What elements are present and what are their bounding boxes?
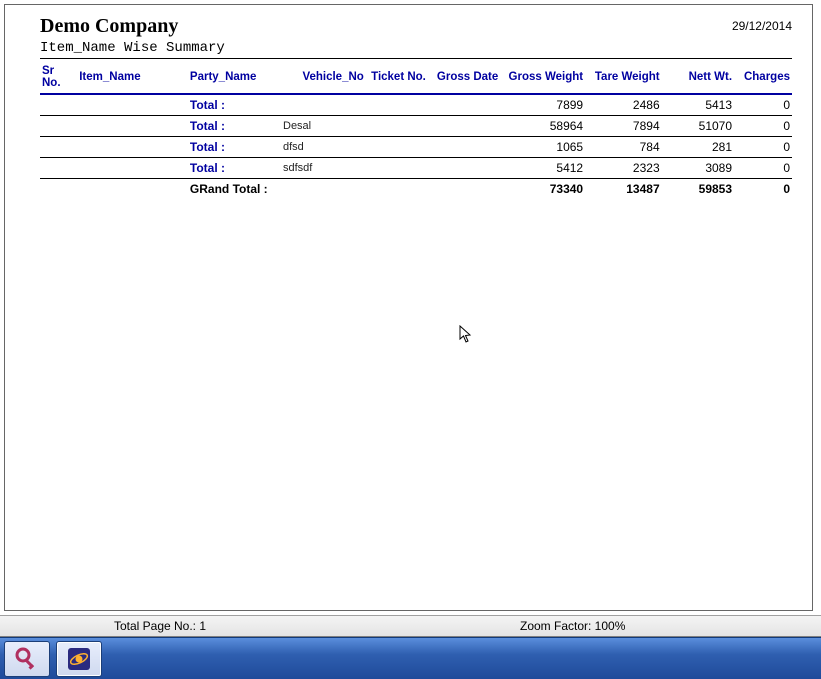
nw-cell: 51070 xyxy=(662,116,734,137)
status-zoom: Zoom Factor: 100% xyxy=(520,619,720,633)
tw-cell: 7894 xyxy=(585,116,662,137)
summary-table: Sr No. Item_Name Party_Name Vehicle_No T… xyxy=(40,59,792,199)
table-row: Total : 7899 2486 5413 0 xyxy=(40,94,792,116)
tw-cell: 784 xyxy=(585,137,662,158)
chg-cell: 0 xyxy=(734,116,792,137)
tw-cell: 2323 xyxy=(585,158,662,179)
report-viewport: Demo Company 29/12/2014 Item_Name Wise S… xyxy=(0,0,821,615)
grand-nw: 59853 xyxy=(662,179,734,200)
col-party: Party_Name xyxy=(188,59,281,94)
table-header-row: Sr No. Item_Name Party_Name Vehicle_No T… xyxy=(40,59,792,94)
key-icon xyxy=(13,645,41,673)
gw-cell: 7899 xyxy=(500,94,585,116)
nw-cell: 281 xyxy=(662,137,734,158)
grand-total-label: GRand Total : xyxy=(188,179,281,200)
chg-cell: 0 xyxy=(734,94,792,116)
chg-cell: 0 xyxy=(734,158,792,179)
gw-cell: 1065 xyxy=(500,137,585,158)
total-label: Total : xyxy=(188,137,281,158)
nw-cell: 3089 xyxy=(662,158,734,179)
status-pages: Total Page No.: 1 xyxy=(60,619,260,633)
total-label: Total : xyxy=(188,116,281,137)
company-name: Demo Company xyxy=(40,15,178,38)
grand-chg: 0 xyxy=(734,179,792,200)
col-vehicle: Vehicle_No xyxy=(281,59,366,94)
report-subtitle: Item_Name Wise Summary xyxy=(40,40,792,59)
taskbar-app-browser[interactable] xyxy=(56,641,102,677)
gw-cell: 5412 xyxy=(500,158,585,179)
chg-cell: 0 xyxy=(734,137,792,158)
taskbar-app-access[interactable] xyxy=(4,641,50,677)
orbit-icon xyxy=(65,645,93,673)
col-grossdate: Gross Date xyxy=(428,59,500,94)
table-row: Total : dfsd 1065 784 281 0 xyxy=(40,137,792,158)
vehicle-cell: sdfsdf xyxy=(281,158,366,179)
taskbar xyxy=(0,637,821,679)
table-row: Total : Desal 58964 7894 51070 0 xyxy=(40,116,792,137)
col-srno: Sr No. xyxy=(40,59,77,94)
col-ticket: Ticket No. xyxy=(366,59,428,94)
gw-cell: 58964 xyxy=(500,116,585,137)
nw-cell: 5413 xyxy=(662,94,734,116)
col-item: Item_Name xyxy=(77,59,188,94)
report-date: 29/12/2014 xyxy=(732,19,792,33)
vehicle-cell xyxy=(281,94,366,116)
vehicle-cell: dfsd xyxy=(281,137,366,158)
total-label: Total : xyxy=(188,158,281,179)
grand-tw: 13487 xyxy=(585,179,662,200)
col-nettwt: Nett Wt. xyxy=(662,59,734,94)
col-charges: Charges xyxy=(734,59,792,94)
col-grossweight: Gross Weight xyxy=(500,59,585,94)
grand-gw: 73340 xyxy=(500,179,585,200)
grand-total-row: GRand Total : 73340 13487 59853 0 xyxy=(40,179,792,200)
vehicle-cell: Desal xyxy=(281,116,366,137)
tw-cell: 2486 xyxy=(585,94,662,116)
table-row: Total : sdfsdf 5412 2323 3089 0 xyxy=(40,158,792,179)
col-tareweight: Tare Weight xyxy=(585,59,662,94)
status-bar: Total Page No.: 1 Zoom Factor: 100% xyxy=(0,615,821,637)
total-label: Total : xyxy=(188,94,281,116)
report-page: Demo Company 29/12/2014 Item_Name Wise S… xyxy=(4,4,813,611)
